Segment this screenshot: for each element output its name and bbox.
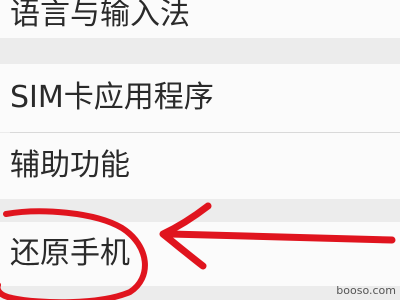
watermark: booso.com [336,284,396,297]
settings-item-label: 辅助功能 [10,148,130,183]
settings-item-language-input[interactable]: 语言与输入法 [0,0,400,38]
settings-item-sim-apps[interactable]: SIM卡应用程序 [0,64,400,132]
settings-item-label: 还原手机 [10,236,130,271]
settings-item-accessibility[interactable]: 辅助功能 [0,133,400,199]
settings-item-label: 语言与输入法 [10,0,190,32]
settings-item-reset-phone[interactable]: 还原手机 [0,222,400,286]
settings-item-label: SIM卡应用程序 [10,80,214,115]
